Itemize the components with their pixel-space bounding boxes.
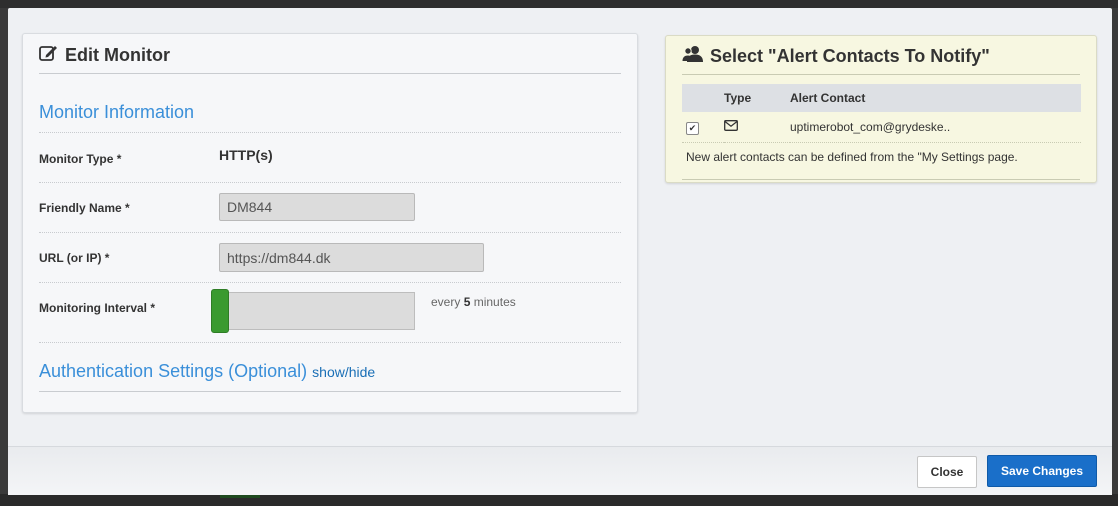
backdrop-bottom xyxy=(0,494,1118,506)
alert-contacts-note: New alert contacts can be defined from t… xyxy=(686,150,1018,164)
modal-footer: Close Save Changes xyxy=(8,446,1112,495)
table-row: ✔ uptimerobot_com@grydeske.. xyxy=(682,112,1081,143)
bottom-divider xyxy=(39,391,621,392)
column-select xyxy=(682,84,724,112)
save-changes-button[interactable]: Save Changes xyxy=(987,455,1097,487)
interval-slider-handle[interactable] xyxy=(211,289,229,333)
interval-unit: minutes xyxy=(473,295,516,309)
interval-prefix: every xyxy=(431,295,461,309)
edit-icon xyxy=(39,44,59,67)
alert-title-divider xyxy=(682,74,1080,75)
interval-slider-track[interactable] xyxy=(219,292,415,330)
contact-type-cell xyxy=(724,112,790,143)
contact-select-cell: ✔ xyxy=(682,112,724,143)
friendly-name-input[interactable] xyxy=(219,193,415,221)
url-input[interactable] xyxy=(219,243,484,272)
users-icon xyxy=(682,45,704,68)
authentication-toggle-link[interactable]: show/hide xyxy=(312,364,375,380)
monitoring-interval-label: Monitoring Interval * xyxy=(39,301,156,315)
monitor-type-row: Monitor Type * HTTP(s) xyxy=(39,132,621,183)
contact-checkbox[interactable]: ✔ xyxy=(686,121,699,135)
alert-bottom-divider xyxy=(682,179,1080,180)
alert-contacts-heading: Select "Alert Contacts To Notify" xyxy=(682,45,990,68)
column-type: Type xyxy=(724,91,752,105)
authentication-heading: Authentication Settings (Optional) xyxy=(39,361,308,381)
monitor-type-value: HTTP(s) xyxy=(219,147,273,163)
edit-monitor-modal: Edit Monitor Monitor Information Monitor… xyxy=(8,8,1112,495)
monitor-type-label: Monitor Type * xyxy=(39,152,122,166)
envelope-icon xyxy=(724,120,738,134)
alert-contacts-title: Select "Alert Contacts To Notify" xyxy=(710,46,990,66)
edit-monitor-panel: Edit Monitor Monitor Information Monitor… xyxy=(22,33,638,413)
backdrop-top xyxy=(0,0,1118,8)
contact-address: uptimerobot_com@grydeske.. xyxy=(790,112,1081,143)
table-header-row: Type Alert Contact xyxy=(682,84,1081,112)
authentication-settings: Authentication Settings (Optional) show/… xyxy=(39,361,375,382)
title-divider xyxy=(39,73,621,74)
close-button[interactable]: Close xyxy=(917,456,977,488)
auth-divider xyxy=(39,342,621,343)
modal-body: Edit Monitor Monitor Information Monitor… xyxy=(8,8,1112,446)
edit-monitor-heading: Edit Monitor xyxy=(39,44,170,67)
alert-contacts-panel: Select "Alert Contacts To Notify" Type A… xyxy=(665,35,1097,183)
column-alert-contact: Alert Contact xyxy=(790,91,866,105)
edit-monitor-title: Edit Monitor xyxy=(65,45,170,65)
interval-readout: every 5 minutes xyxy=(431,295,516,309)
alert-contacts-table: Type Alert Contact ✔ uptimerobot_com@gry… xyxy=(682,84,1081,143)
interval-value: 5 xyxy=(463,295,471,309)
monitor-information-heading: Monitor Information xyxy=(39,102,195,122)
url-label: URL (or IP) * xyxy=(39,251,110,265)
friendly-name-label: Friendly Name * xyxy=(39,201,130,215)
backdrop-left xyxy=(0,8,8,494)
